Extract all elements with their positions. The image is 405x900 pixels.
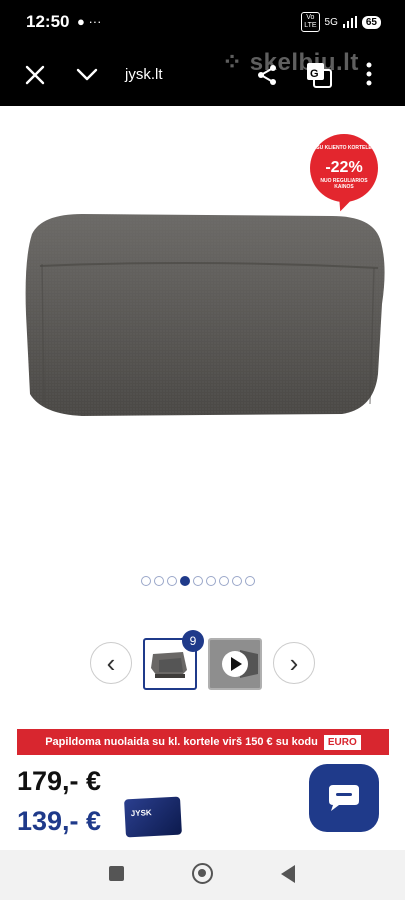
badge-bottom-text: NUO REGULIARIOS KAINOS xyxy=(320,178,368,190)
chevron-left-icon: ‹ xyxy=(106,648,116,678)
signal-icon xyxy=(342,16,357,28)
gallery-next-button[interactable]: › xyxy=(273,642,315,684)
badge-top-text: SU KLIENTO KORTELE xyxy=(316,145,372,151)
close-icon[interactable] xyxy=(24,64,46,86)
translate-icon[interactable]: G xyxy=(306,62,332,88)
promo-banner[interactable]: Papildoma nuolaida su kl. kortele virš 1… xyxy=(17,729,389,755)
product-image[interactable] xyxy=(22,204,388,434)
play-icon xyxy=(222,650,258,678)
page-content: SU KLIENTO KORTELE -22% NUO REGULIARIOS … xyxy=(0,106,405,850)
browser-toolbar: ⁘ skelbiu.lt jysk.lt G xyxy=(0,44,405,106)
promo-code: EURO xyxy=(323,734,361,750)
chat-button[interactable] xyxy=(309,764,379,832)
regular-price: 179,- € xyxy=(17,766,102,796)
gallery-dot[interactable] xyxy=(167,576,177,586)
card-price: 139,- € xyxy=(17,806,102,836)
chevron-down-icon[interactable] xyxy=(76,66,98,84)
badge-percent: -22% xyxy=(325,159,363,176)
home-icon[interactable] xyxy=(192,863,213,884)
gallery-dot[interactable] xyxy=(219,576,229,586)
gallery-dot[interactable] xyxy=(154,576,164,586)
chat-icon xyxy=(329,785,359,811)
jysk-card-image: JYSK xyxy=(124,796,182,838)
chevron-right-icon: › xyxy=(289,648,299,678)
skelbiu-watermark: ⁘ skelbiu.lt xyxy=(222,49,359,76)
gallery-dot[interactable] xyxy=(180,576,190,586)
share-icon[interactable] xyxy=(256,64,278,86)
gallery-dot[interactable] xyxy=(206,576,216,586)
discount-badge: SU KLIENTO KORTELE -22% NUO REGULIARIOS … xyxy=(310,134,378,215)
url-text[interactable]: jysk.lt xyxy=(125,66,163,83)
gallery-dots xyxy=(141,576,255,586)
svg-text:G: G xyxy=(310,68,319,80)
gallery-dot[interactable] xyxy=(141,576,151,586)
image-count-badge: 9 xyxy=(182,630,204,652)
battery-indicator: 65 xyxy=(361,15,381,29)
thumbnail-video[interactable] xyxy=(208,638,262,690)
recent-apps-icon[interactable] xyxy=(109,866,124,881)
status-bar: 12:50 ● ··· Vo LTE 5G 65 xyxy=(0,0,405,44)
system-nav-bar xyxy=(0,850,405,900)
status-time: 12:50 xyxy=(26,12,70,31)
gallery-dot[interactable] xyxy=(245,576,255,586)
badge-circle: SU KLIENTO KORTELE -22% NUO REGULIARIOS … xyxy=(310,134,378,202)
more-vertical-icon[interactable] xyxy=(366,62,372,86)
promo-text: Papildoma nuolaida su kl. kortele virš 1… xyxy=(45,736,318,748)
gallery-dot[interactable] xyxy=(232,576,242,586)
gallery-prev-button[interactable]: ‹ xyxy=(90,642,132,684)
status-right-icons: Vo LTE 5G 65 xyxy=(301,12,381,32)
network-type: 5G xyxy=(324,16,338,28)
home-icon-inner xyxy=(198,869,206,877)
gallery-dot[interactable] xyxy=(193,576,203,586)
card-logo-text: JYSK xyxy=(130,808,152,819)
notification-icons: ● ··· xyxy=(77,14,102,29)
volte-icon: Vo LTE xyxy=(301,12,320,32)
back-icon[interactable] xyxy=(281,865,295,883)
